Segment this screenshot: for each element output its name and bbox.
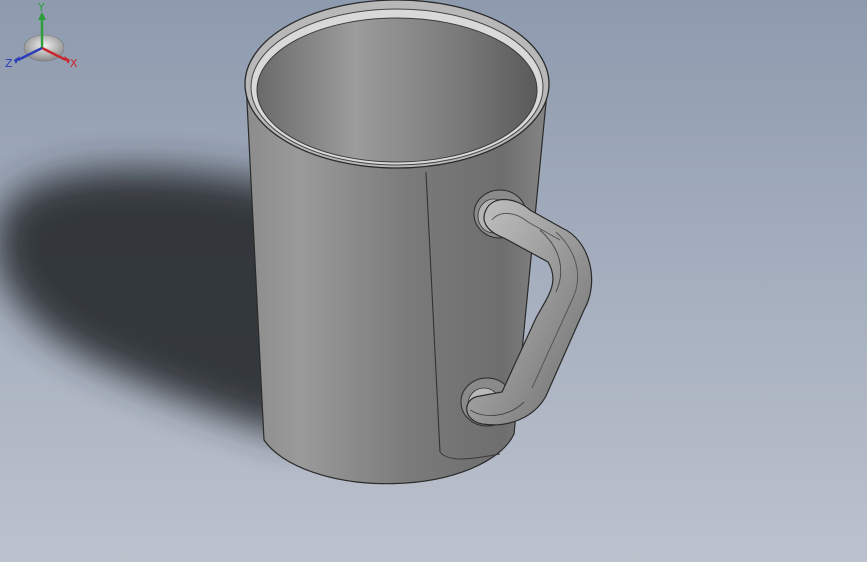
mug-inner-wall xyxy=(256,17,538,163)
y-axis-label: Y xyxy=(37,1,45,14)
x-axis-label: X xyxy=(70,57,78,70)
graphics-viewport[interactable]: Y X Z xyxy=(0,0,867,562)
mug-rim[interactable] xyxy=(244,0,550,169)
z-axis-label: Z xyxy=(5,57,13,70)
reference-triad[interactable]: Y X Z xyxy=(0,0,84,76)
model-canvas[interactable] xyxy=(0,0,867,562)
